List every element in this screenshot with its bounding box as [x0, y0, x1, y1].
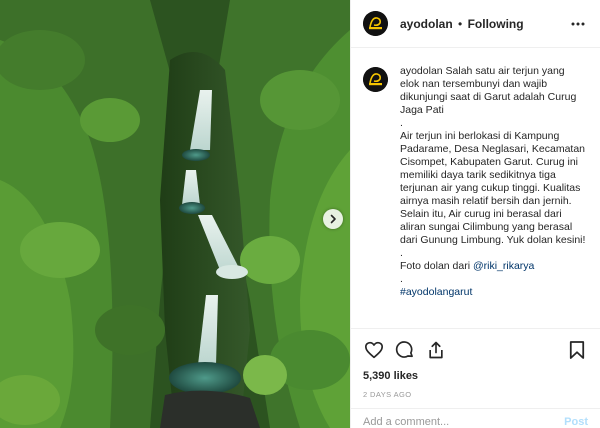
- credit-mention-link[interactable]: @riki_rikarya: [473, 260, 534, 272]
- waterfall-photo: [0, 0, 350, 428]
- save-button[interactable]: [566, 339, 588, 361]
- caption-username[interactable]: ayodolan: [400, 65, 443, 77]
- post-comment-button[interactable]: Post: [564, 416, 588, 428]
- share-button[interactable]: [425, 339, 447, 361]
- post-photo[interactable]: [0, 0, 350, 428]
- caption-dot: .: [400, 273, 403, 285]
- comments-area[interactable]: ayodolan Salah satu air terjun yang elok…: [351, 49, 600, 325]
- hashtag-link[interactable]: #ayodolangarut: [400, 286, 586, 299]
- post-side-panel: ayodolan • Following ayodolan Salah satu…: [350, 0, 600, 428]
- caption-dot: .: [400, 247, 403, 259]
- like-count[interactable]: 5,390 likes: [363, 370, 588, 382]
- bookmark-icon: [569, 341, 585, 359]
- add-comment-bar: Post: [351, 408, 600, 428]
- post-username[interactable]: ayodolan: [400, 17, 453, 31]
- share-icon: [429, 341, 443, 359]
- more-options-button[interactable]: [570, 16, 586, 32]
- caption-body: Air terjun ini berlokasi di Kampung Pada…: [400, 130, 586, 246]
- comment-icon: [395, 341, 413, 358]
- caption-credit-prefix: Foto dolan dari: [400, 260, 471, 272]
- header-separator: •: [458, 16, 463, 31]
- avatar[interactable]: [363, 11, 388, 36]
- post-timestamp[interactable]: 2 DAYS AGO: [363, 390, 588, 399]
- post-caption: ayodolan Salah satu air terjun yang elok…: [400, 65, 586, 325]
- like-button[interactable]: [363, 339, 385, 361]
- chevron-right-icon: [330, 214, 336, 224]
- caption-avatar[interactable]: [363, 67, 388, 92]
- post-actions: 5,390 likes 2 DAYS AGO: [351, 328, 600, 399]
- following-button[interactable]: Following: [468, 17, 524, 31]
- next-photo-button[interactable]: [323, 209, 343, 229]
- post-header: ayodolan • Following: [351, 0, 600, 48]
- more-options-icon: [571, 22, 585, 25]
- ayodolan-logo-icon: [363, 67, 388, 92]
- caption-dot: .: [400, 117, 403, 129]
- comment-input[interactable]: [363, 415, 565, 428]
- comment-button[interactable]: [394, 339, 416, 361]
- ayodolan-logo-icon: [363, 11, 388, 36]
- heart-icon: [365, 341, 383, 359]
